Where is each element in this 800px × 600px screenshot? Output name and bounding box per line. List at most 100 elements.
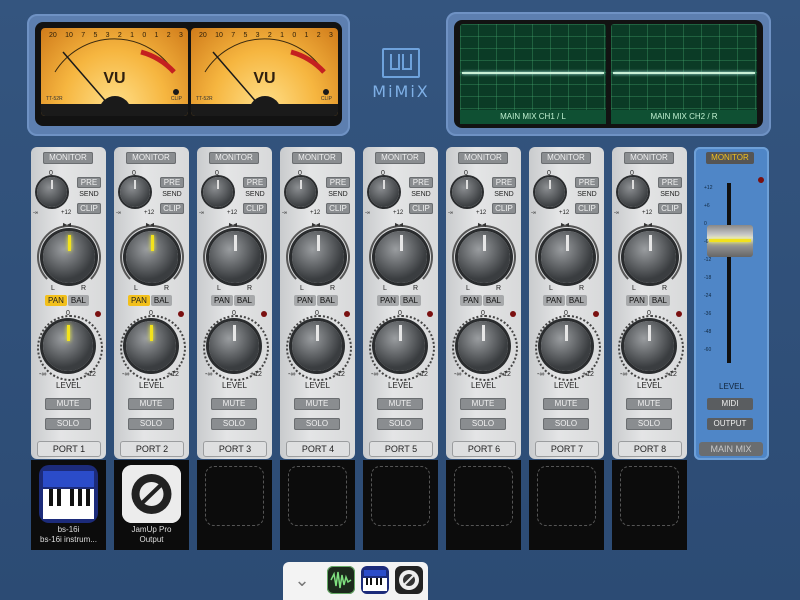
pan-bal-toggle[interactable]: PAN BAL <box>626 295 674 306</box>
empty-slot-placeholder[interactable] <box>205 466 264 526</box>
pan-mode-button[interactable]: PAN <box>460 295 482 306</box>
keyboard-synth-icon[interactable] <box>39 465 98 523</box>
pan-mode-button[interactable]: PAN <box>128 295 150 306</box>
port-button[interactable]: PORT 6 <box>452 441 516 457</box>
send-knob[interactable] <box>618 177 648 207</box>
level-knob[interactable] <box>541 321 591 371</box>
mute-button[interactable]: MUTE <box>294 398 340 410</box>
empty-slot-placeholder[interactable] <box>371 466 430 526</box>
send-knob[interactable] <box>369 177 399 207</box>
pre-button[interactable]: PRE <box>492 177 516 188</box>
monitor-button[interactable]: MONITOR <box>541 152 591 164</box>
solo-button[interactable]: SOLO <box>377 418 423 430</box>
clip-button[interactable]: CLIP <box>575 203 599 214</box>
jamup-pro-icon[interactable] <box>122 465 181 523</box>
bal-mode-button[interactable]: BAL <box>482 295 504 306</box>
audio-wave-app-icon[interactable] <box>327 566 355 594</box>
clip-button[interactable]: CLIP <box>160 203 184 214</box>
monitor-button[interactable]: MONITOR <box>458 152 508 164</box>
pre-button[interactable]: PRE <box>326 177 350 188</box>
monitor-button[interactable]: MONITOR <box>209 152 259 164</box>
bal-mode-button[interactable]: BAL <box>233 295 255 306</box>
pan-mode-button[interactable]: PAN <box>543 295 565 306</box>
pan-knob[interactable] <box>375 231 427 283</box>
monitor-button[interactable]: MONITOR <box>43 152 93 164</box>
master-fader-track[interactable] <box>727 183 731 363</box>
solo-button[interactable]: SOLO <box>626 418 672 430</box>
empty-slot-placeholder[interactable] <box>454 466 513 526</box>
port-button[interactable]: PORT 5 <box>369 441 433 457</box>
chevron-down-icon[interactable]: ⌄ <box>291 571 313 589</box>
pre-button[interactable]: PRE <box>243 177 267 188</box>
midi-button[interactable]: MIDI <box>707 398 753 410</box>
monitor-button[interactable]: MONITOR <box>126 152 176 164</box>
pre-button[interactable]: PRE <box>658 177 682 188</box>
solo-button[interactable]: SOLO <box>128 418 174 430</box>
port-button[interactable]: PORT 2 <box>120 441 184 457</box>
output-button[interactable]: OUTPUT <box>707 418 753 430</box>
send-knob[interactable] <box>452 177 482 207</box>
clip-button[interactable]: CLIP <box>492 203 516 214</box>
clip-button[interactable]: CLIP <box>658 203 682 214</box>
empty-slot-placeholder[interactable] <box>537 466 596 526</box>
app-slot[interactable]: JamUp Pro Output <box>114 460 189 550</box>
app-slot[interactable] <box>363 460 438 550</box>
pan-bal-toggle[interactable]: PAN BAL <box>211 295 259 306</box>
pan-knob[interactable] <box>541 231 593 283</box>
app-slot[interactable] <box>197 460 272 550</box>
send-knob[interactable] <box>286 177 316 207</box>
bal-mode-button[interactable]: BAL <box>316 295 338 306</box>
mute-button[interactable]: MUTE <box>377 398 423 410</box>
solo-button[interactable]: SOLO <box>294 418 340 430</box>
pan-mode-button[interactable]: PAN <box>45 295 67 306</box>
level-knob[interactable] <box>43 321 93 371</box>
master-fader-handle[interactable] <box>707 225 753 257</box>
monitor-button[interactable]: MONITOR <box>292 152 342 164</box>
app-slot[interactable] <box>529 460 604 550</box>
pan-knob[interactable] <box>43 231 95 283</box>
monitor-button[interactable]: MONITOR <box>624 152 674 164</box>
solo-button[interactable]: SOLO <box>460 418 506 430</box>
send-knob[interactable] <box>37 177 67 207</box>
level-knob[interactable] <box>458 321 508 371</box>
pan-bal-toggle[interactable]: PAN BAL <box>543 295 591 306</box>
pan-knob[interactable] <box>292 231 344 283</box>
level-knob[interactable] <box>126 321 176 371</box>
main-mix-button[interactable]: MAIN MIX <box>699 442 763 456</box>
pre-button[interactable]: PRE <box>77 177 101 188</box>
clip-button[interactable]: CLIP <box>409 203 433 214</box>
solo-button[interactable]: SOLO <box>45 418 91 430</box>
empty-slot-placeholder[interactable] <box>620 466 679 526</box>
pan-mode-button[interactable]: PAN <box>294 295 316 306</box>
pan-knob[interactable] <box>458 231 510 283</box>
send-knob[interactable] <box>120 177 150 207</box>
mute-button[interactable]: MUTE <box>211 398 257 410</box>
level-knob[interactable] <box>292 321 342 371</box>
mute-button[interactable]: MUTE <box>543 398 589 410</box>
send-knob[interactable] <box>535 177 565 207</box>
pan-bal-toggle[interactable]: PAN BAL <box>128 295 176 306</box>
mute-button[interactable]: MUTE <box>128 398 174 410</box>
level-knob[interactable] <box>209 321 259 371</box>
bal-mode-button[interactable]: BAL <box>565 295 587 306</box>
jamup-pro-icon[interactable] <box>395 566 423 594</box>
pre-button[interactable]: PRE <box>160 177 184 188</box>
port-button[interactable]: PORT 3 <box>203 441 267 457</box>
clip-button[interactable]: CLIP <box>77 203 101 214</box>
mute-button[interactable]: MUTE <box>45 398 91 410</box>
bal-mode-button[interactable]: BAL <box>648 295 670 306</box>
pan-bal-toggle[interactable]: PAN BAL <box>460 295 508 306</box>
pan-bal-toggle[interactable]: PAN BAL <box>45 295 93 306</box>
port-button[interactable]: PORT 8 <box>618 441 682 457</box>
pan-knob[interactable] <box>209 231 261 283</box>
keyboard-synth-icon[interactable] <box>361 566 389 594</box>
clip-button[interactable]: CLIP <box>326 203 350 214</box>
pan-knob[interactable] <box>624 231 676 283</box>
level-knob[interactable] <box>624 321 674 371</box>
empty-slot-placeholder[interactable] <box>288 466 347 526</box>
bal-mode-button[interactable]: BAL <box>399 295 421 306</box>
master-monitor-button[interactable]: MONITOR <box>706 152 754 164</box>
solo-button[interactable]: SOLO <box>543 418 589 430</box>
pan-mode-button[interactable]: PAN <box>377 295 399 306</box>
app-slot[interactable] <box>280 460 355 550</box>
